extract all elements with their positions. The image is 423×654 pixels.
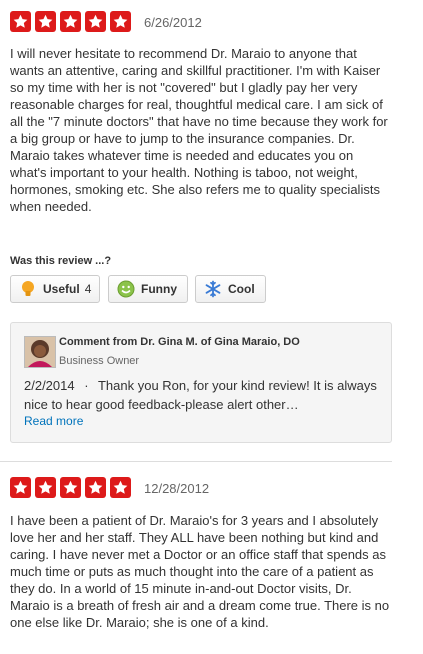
review-divider <box>0 461 392 462</box>
star-rating <box>10 11 135 32</box>
snowflake-icon <box>204 280 222 298</box>
read-more-link[interactable]: Read more <box>24 414 83 428</box>
star-icon <box>85 477 106 498</box>
cool-label: Cool <box>228 282 255 296</box>
star-icon <box>10 11 31 32</box>
star-icon <box>110 11 131 32</box>
star-icon <box>35 477 56 498</box>
vote-prompt: Was this review ...? <box>10 255 112 267</box>
owner-comment: Comment from Dr. Gina M. of Gina Maraio,… <box>10 322 392 443</box>
star-icon <box>60 11 81 32</box>
comment-title: Comment from Dr. Gina M. of Gina Maraio,… <box>59 336 300 348</box>
funny-button[interactable]: Funny <box>108 275 188 303</box>
review-text: I have been a patient of Dr. Maraio's fo… <box>10 513 390 630</box>
cool-button[interactable]: Cool <box>195 275 266 303</box>
funny-label: Funny <box>141 282 177 296</box>
avatar-photo <box>24 336 56 368</box>
smiley-icon <box>117 280 135 298</box>
comment-text: 2/2/2014 · Thank you Ron, for your kind … <box>24 376 384 414</box>
lightbulb-icon <box>19 280 37 298</box>
review-date: 12/28/2012 <box>144 481 210 496</box>
comment-separator: · <box>84 378 89 393</box>
comment-body: Thank you Ron, for your kind review! It … <box>24 378 377 412</box>
star-icon <box>110 477 131 498</box>
useful-button[interactable]: Useful 4 <box>10 275 100 303</box>
review-date: 6/26/2012 <box>144 15 202 30</box>
review-text: I will never hesitate to recommend Dr. M… <box>10 46 388 214</box>
star-icon <box>10 477 31 498</box>
star-icon <box>35 11 56 32</box>
star-icon <box>60 477 81 498</box>
comment-role: Business Owner <box>59 355 140 367</box>
useful-label: Useful <box>43 282 80 296</box>
star-rating <box>10 477 135 498</box>
comment-date: 2/2/2014 <box>24 378 75 393</box>
star-icon <box>85 11 106 32</box>
useful-count: 4 <box>84 282 92 296</box>
